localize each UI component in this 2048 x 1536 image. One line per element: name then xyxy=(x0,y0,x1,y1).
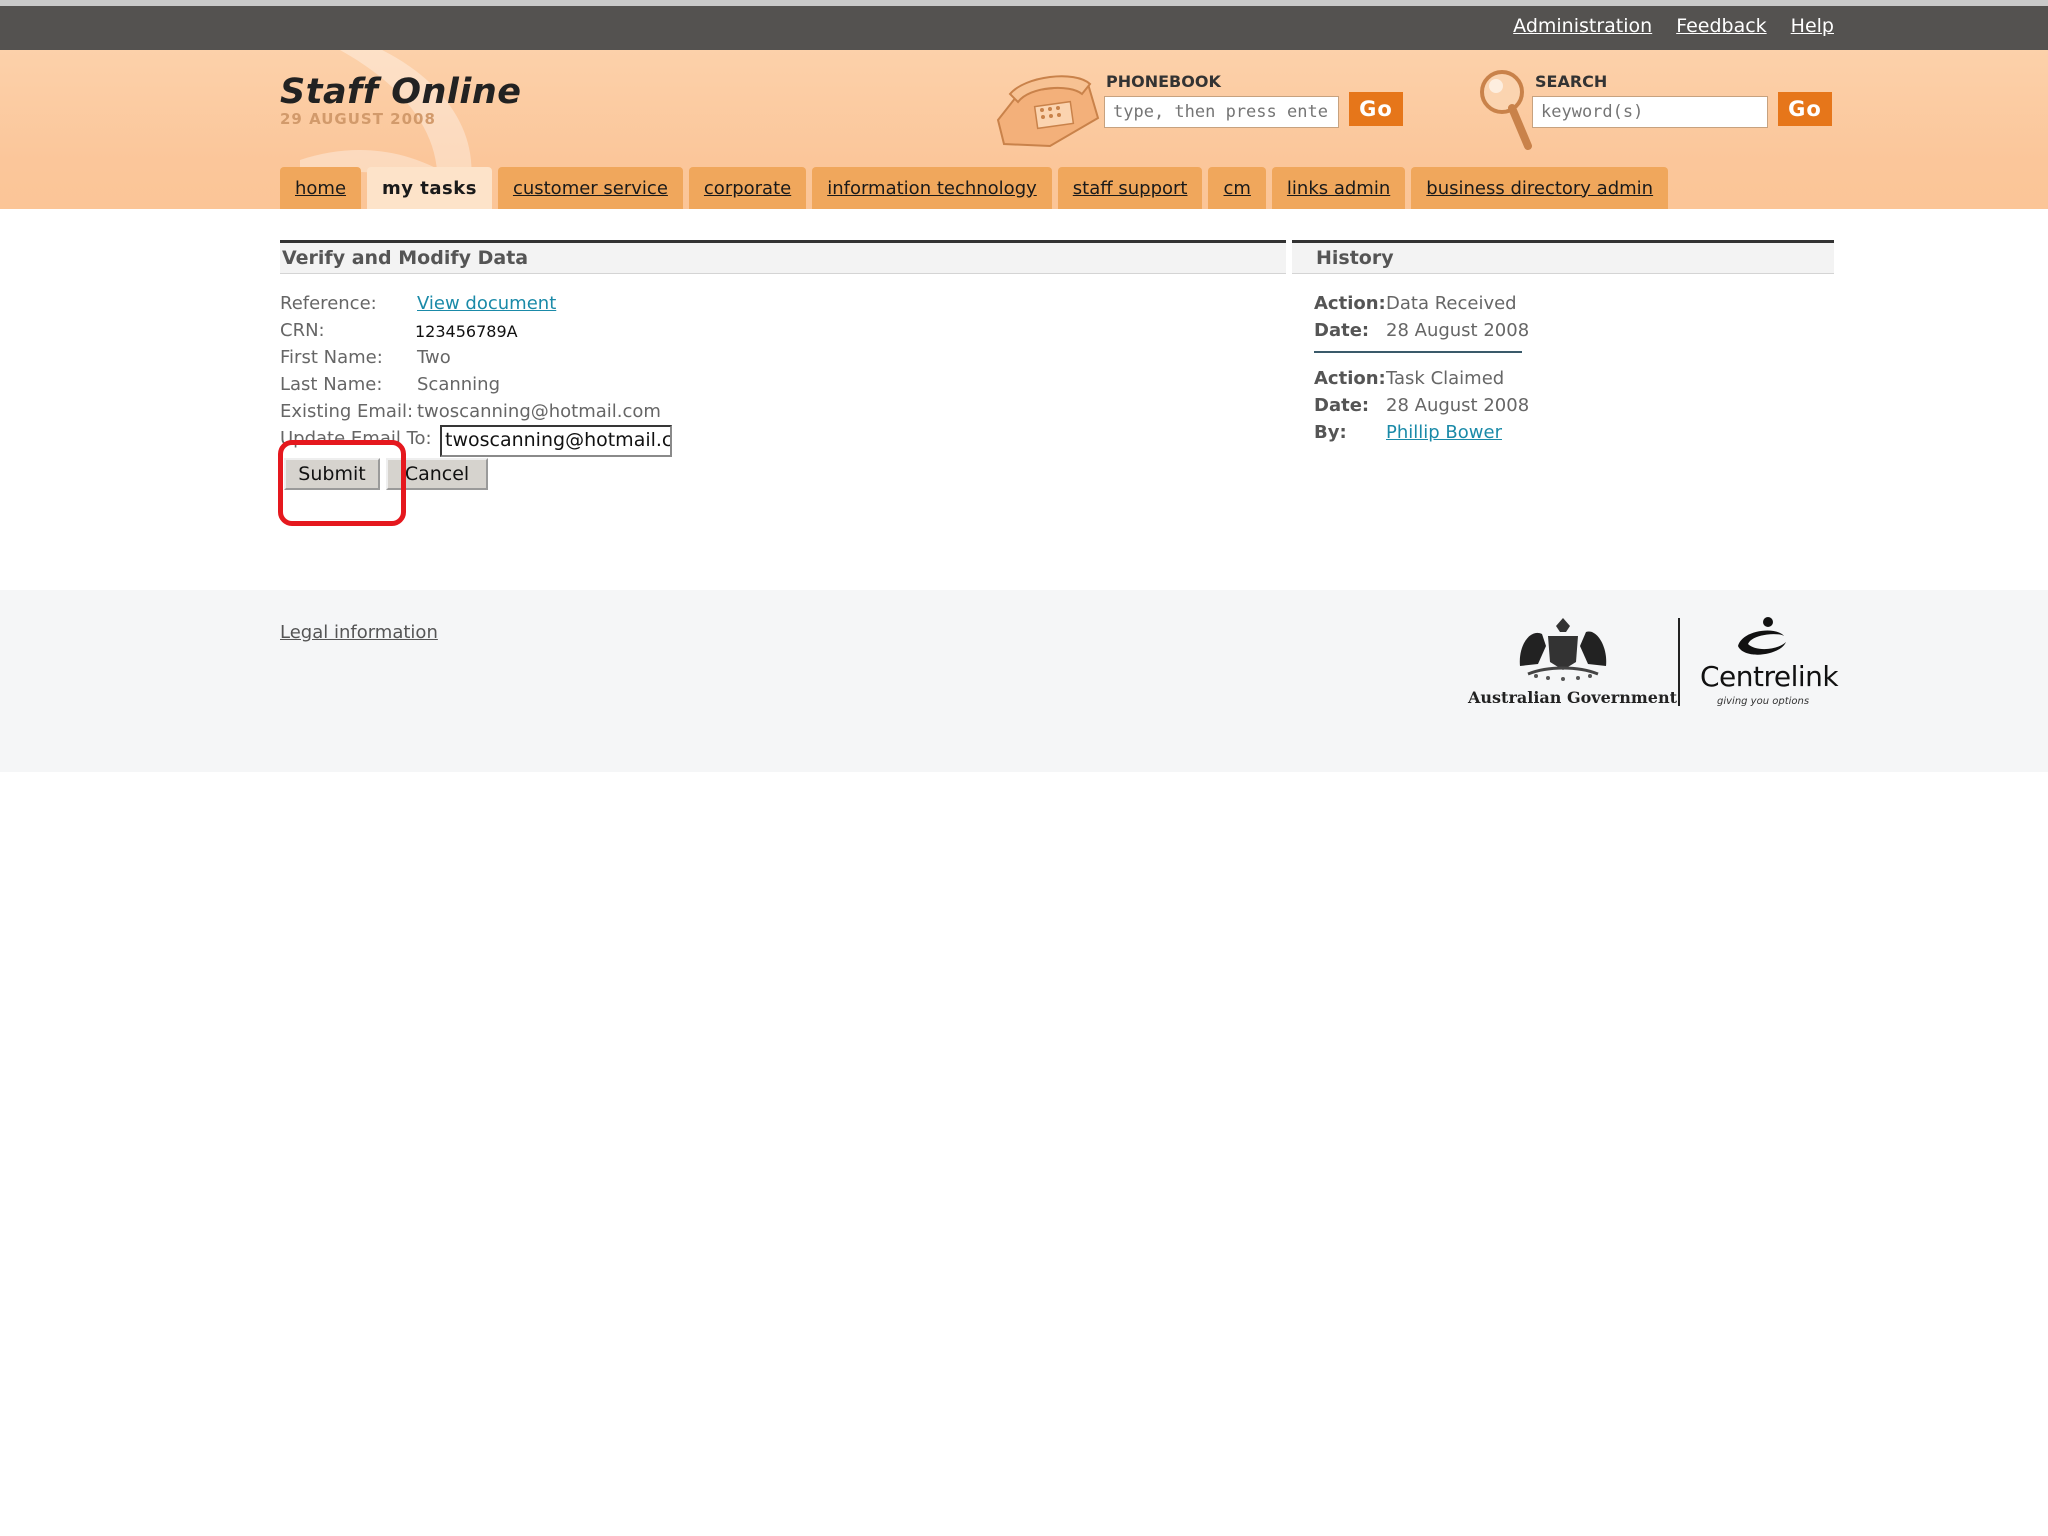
utility-bar: Administration Feedback Help xyxy=(0,0,2048,50)
phonebook-input[interactable] xyxy=(1104,96,1339,128)
submit-highlight-annotation xyxy=(278,440,406,526)
centrelink-logo-icon xyxy=(1738,617,1786,655)
tab-links-admin[interactable]: links admin xyxy=(1271,167,1406,209)
site-header: Staff Online 29 AUGUST 2008 PHONEBOOK Go… xyxy=(0,50,2048,209)
history-action-label: Action: xyxy=(1314,368,1386,389)
centrelink-logo-text: Centrelink xyxy=(1700,660,1839,693)
first-name-value: Two xyxy=(417,347,451,368)
history-by-label: By: xyxy=(1314,422,1347,443)
logo-divider xyxy=(1678,618,1680,706)
tab-business-directory-admin[interactable]: business directory admin xyxy=(1411,167,1669,209)
search-input[interactable] xyxy=(1532,96,1768,128)
history-entry-2-by: By: Phillip Bower xyxy=(1314,422,1502,443)
tab-home[interactable]: home xyxy=(280,167,362,209)
australian-government-logo-text: Australian Government xyxy=(1468,688,1677,707)
crn-value: 123456789A xyxy=(415,322,518,341)
history-entry-2-action: Action:Task Claimed xyxy=(1314,368,1504,389)
main-nav: home my tasks customer service corporate… xyxy=(280,167,1669,209)
tab-staff-support[interactable]: staff support xyxy=(1057,167,1203,209)
history-entry-2-date: Date: 28 August 2008 xyxy=(1314,395,1529,416)
history-date-label: Date: xyxy=(1314,320,1370,341)
phone-icon xyxy=(996,75,1100,148)
search-label: SEARCH xyxy=(1535,72,1608,91)
history-action-value: Data Received xyxy=(1386,293,1517,314)
tab-corporate[interactable]: corporate xyxy=(688,167,807,209)
administration-link[interactable]: Administration xyxy=(1513,15,1652,37)
view-document-link[interactable]: View document xyxy=(417,293,556,314)
tab-customer-service[interactable]: customer service xyxy=(497,167,683,209)
history-date-value: 28 August 2008 xyxy=(1386,320,1530,341)
history-action-value: Task Claimed xyxy=(1386,368,1505,389)
history-entry-1-date: Date: 28 August 2008 xyxy=(1314,320,1529,341)
history-action-label: Action: xyxy=(1314,293,1386,314)
verify-panel-title: Verify and Modify Data xyxy=(280,240,1286,274)
history-entry-1-action: Action:Data Received xyxy=(1314,293,1517,314)
tab-cm[interactable]: cm xyxy=(1208,167,1266,209)
magnifier-icon xyxy=(1480,70,1532,150)
existing-email-value: twoscanning@hotmail.com xyxy=(417,401,661,422)
tab-my-tasks[interactable]: my tasks xyxy=(367,167,492,209)
centrelink-tagline: giving you options xyxy=(1717,696,1810,707)
history-date-value: 28 August 2008 xyxy=(1386,395,1530,416)
feedback-link[interactable]: Feedback xyxy=(1676,15,1766,37)
site-footer: Legal information Australian Government … xyxy=(0,590,2048,772)
search-go-button[interactable]: Go xyxy=(1778,92,1832,126)
coat-of-arms-icon xyxy=(1519,618,1607,681)
existing-email-label: Existing Email: xyxy=(280,401,414,422)
utility-links: Administration Feedback Help xyxy=(1513,15,1834,37)
phonebook-go-button[interactable]: Go xyxy=(1349,92,1403,126)
crn-label: CRN: xyxy=(280,320,325,341)
first-name-label: First Name: xyxy=(280,347,383,368)
tab-information-technology[interactable]: information technology xyxy=(812,167,1052,209)
history-separator xyxy=(1314,351,1522,353)
last-name-value: Scanning xyxy=(417,374,501,395)
phonebook-label: PHONEBOOK xyxy=(1106,72,1221,91)
last-name-label: Last Name: xyxy=(280,374,383,395)
history-panel-title: History xyxy=(1292,240,1834,274)
help-link[interactable]: Help xyxy=(1791,15,1834,37)
history-date-label: Date: xyxy=(1314,395,1370,416)
site-date: 29 AUGUST 2008 xyxy=(280,110,436,128)
reference-label: Reference: xyxy=(280,293,377,314)
site-title: Staff Online xyxy=(280,72,522,112)
update-email-input[interactable]: twoscanning@hotmail.c xyxy=(440,425,672,457)
history-by-user-link[interactable]: Phillip Bower xyxy=(1386,422,1502,443)
legal-information-link[interactable]: Legal information xyxy=(280,622,438,643)
